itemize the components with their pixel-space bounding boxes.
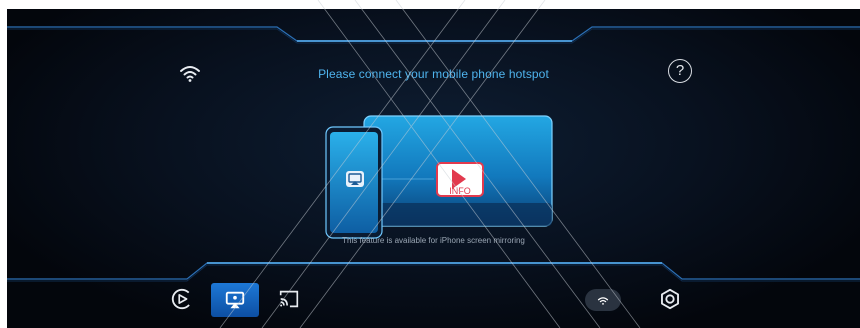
wifi-toggle-button[interactable] <box>585 289 621 311</box>
feature-caption: This feature is available for iPhone scr… <box>342 236 525 245</box>
carplay-icon <box>171 288 193 310</box>
mirroring-screen: Please connect your mobile phone hotspot… <box>7 9 860 328</box>
settings-icon <box>661 288 679 310</box>
airplay-icon <box>225 291 245 309</box>
mirroring-illustration: INFO <box>324 115 554 239</box>
help-button[interactable]: ? <box>668 59 692 83</box>
page-title: Please connect your mobile phone hotspot <box>318 67 549 81</box>
carplay-button[interactable] <box>166 283 198 315</box>
cast-icon <box>279 290 299 308</box>
settings-button[interactable] <box>654 283 686 315</box>
wifi-icon <box>597 296 609 305</box>
top-bezel-decoration <box>7 26 860 44</box>
bottom-bezel-decoration <box>7 262 860 282</box>
airplay-button[interactable] <box>211 283 259 317</box>
cast-button[interactable] <box>273 283 305 315</box>
info-badge-label: INFO <box>449 186 471 196</box>
